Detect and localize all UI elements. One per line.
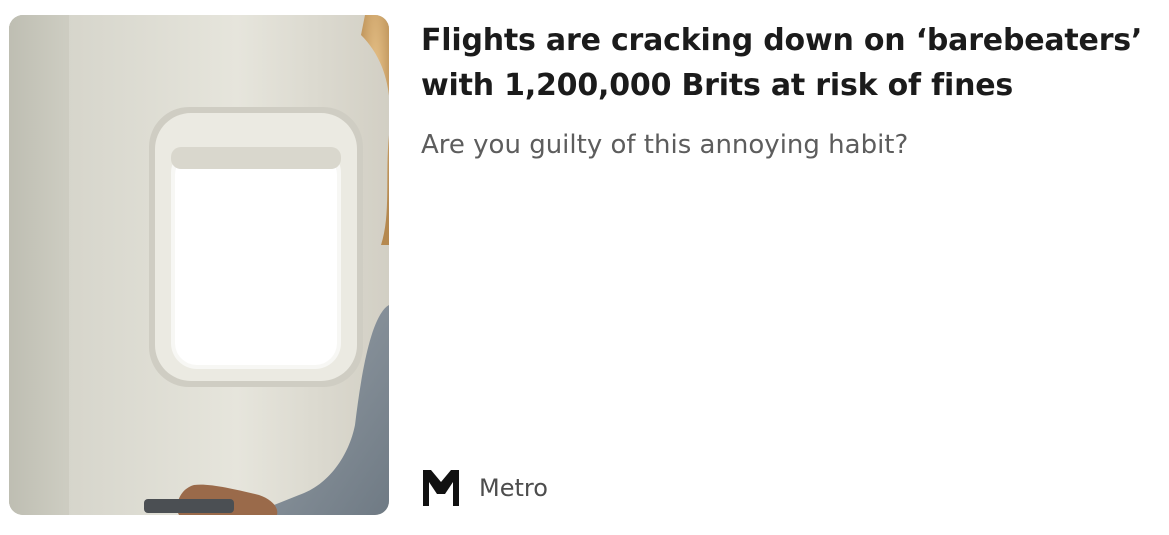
news-card[interactable]: Flights are cracking down on ‘barebeater…: [0, 0, 1169, 535]
airplane-window-photo: [9, 15, 389, 515]
article-thumbnail[interactable]: [9, 15, 389, 515]
article-headline[interactable]: Flights are cracking down on ‘barebeater…: [421, 18, 1161, 108]
source-name: Metro: [479, 474, 548, 502]
article-source[interactable]: Metro: [421, 468, 548, 508]
metro-logo-icon: [421, 468, 461, 508]
article-subtitle: Are you guilty of this annoying habit?: [421, 130, 909, 160]
